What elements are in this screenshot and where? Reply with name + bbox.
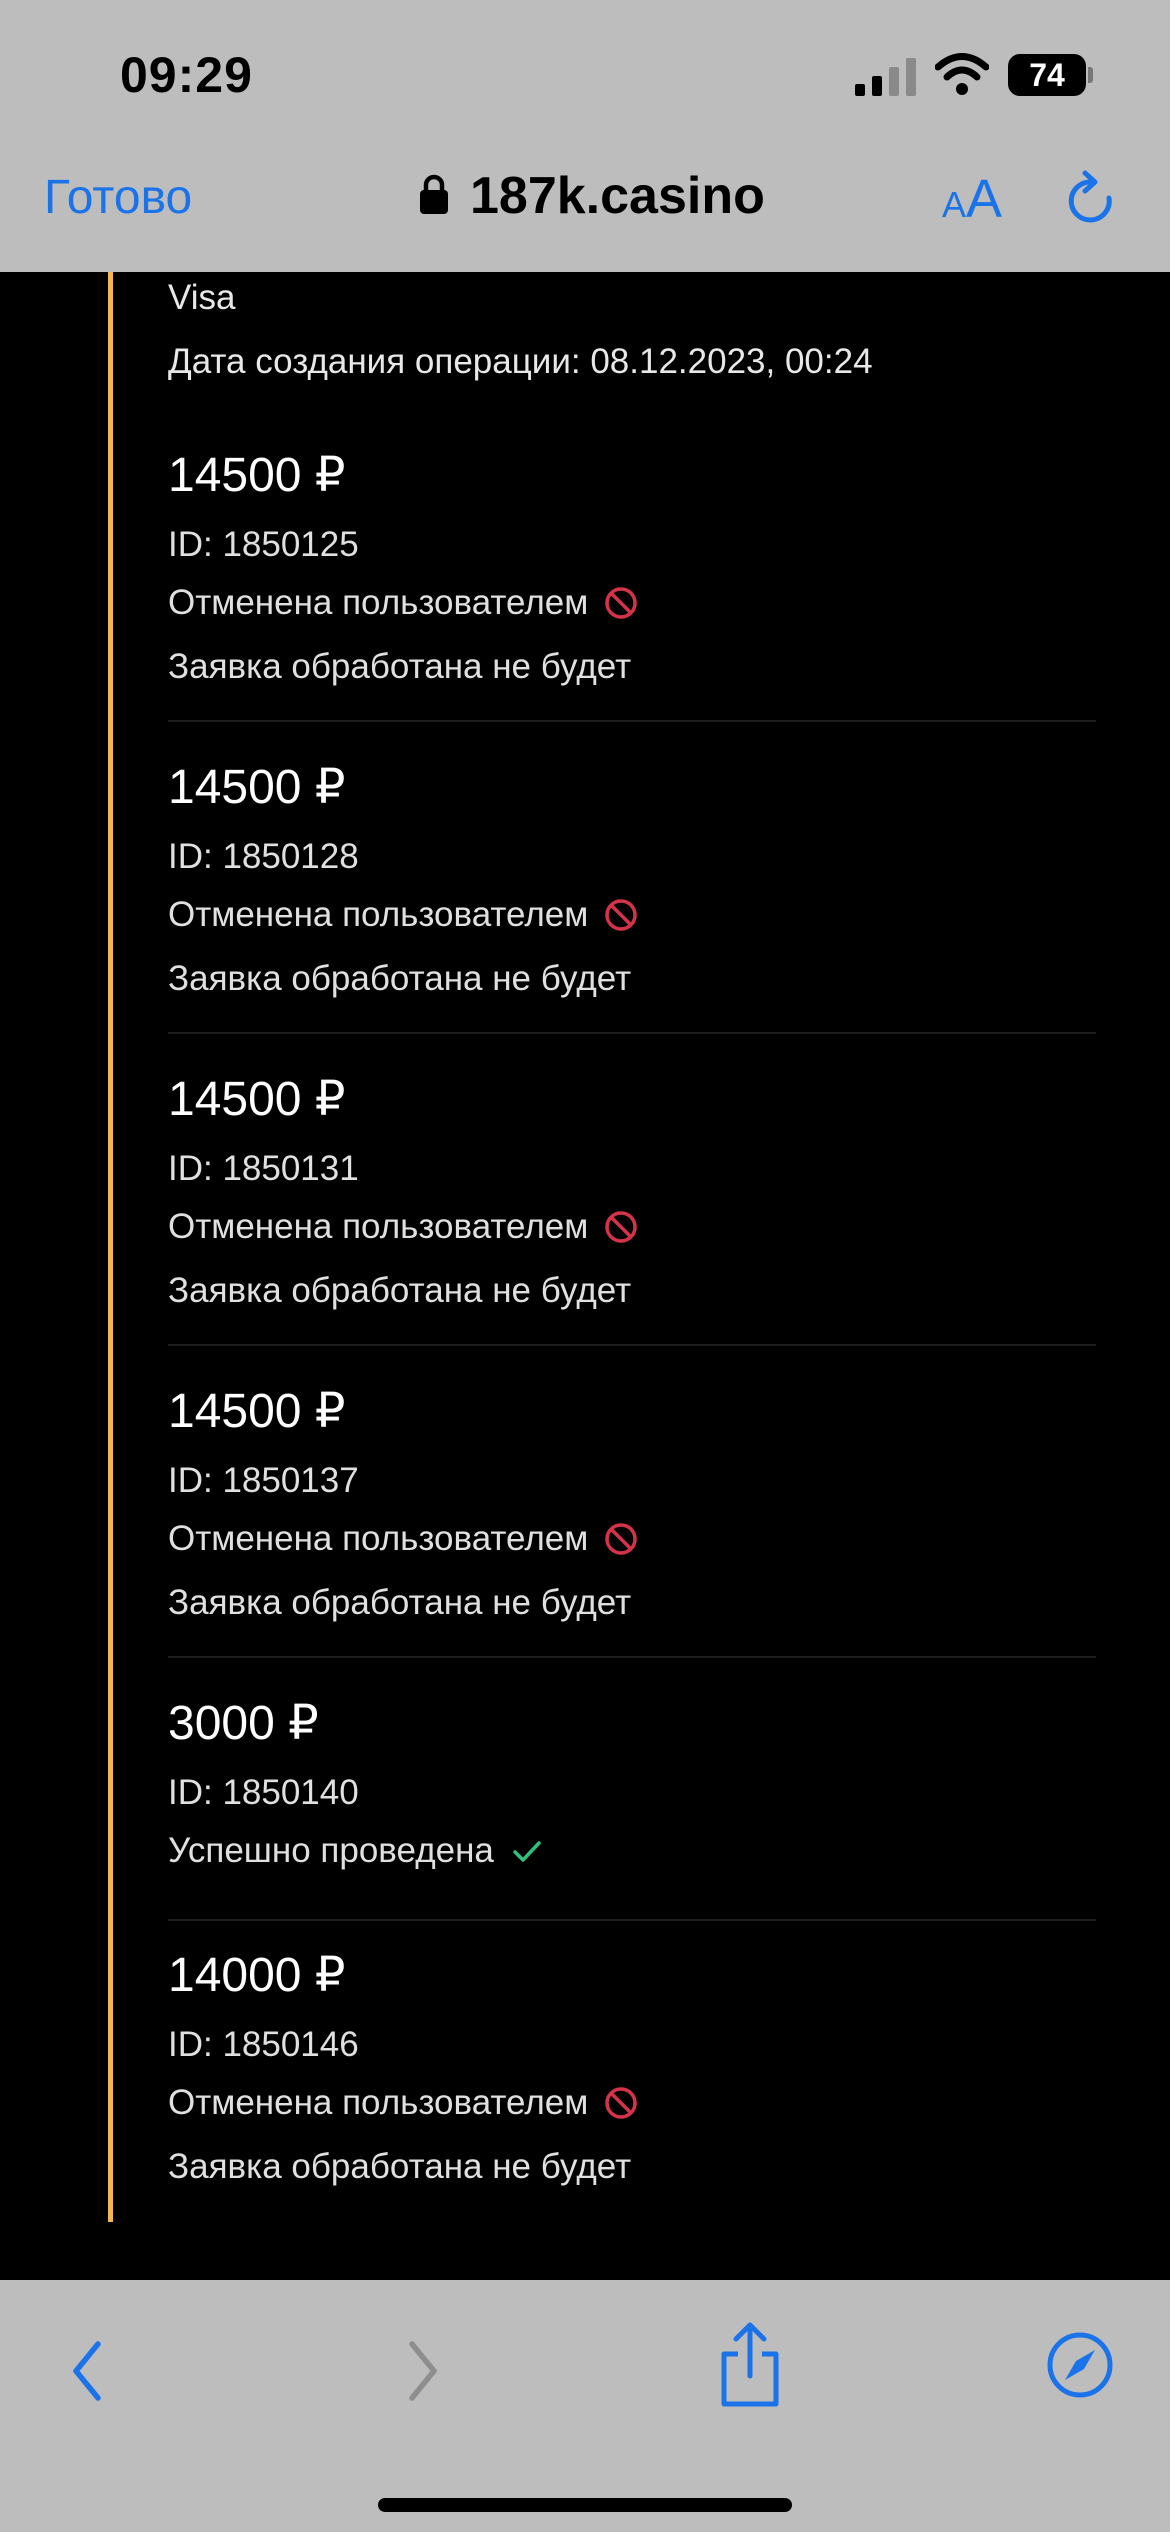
transaction-amount: 14500 ₽ [168,449,346,502]
cancelled-icon [605,587,638,619]
cancelled-icon [605,1211,638,1243]
transaction-status: Успешно проведена [168,1831,544,1871]
transaction-amount: 14000 ₽ [168,1949,346,2002]
transaction-id: ID: 1850131 [168,1149,359,1188]
transaction-status-text: Отменена пользователем [168,1519,589,1558]
transaction-note: Заявка обработана не будет [168,647,632,686]
reload-icon[interactable] [1066,170,1116,226]
forward-arrow-icon[interactable] [400,2336,444,2406]
previous-payment-method: Visa [168,278,236,317]
transaction-id: ID: 1850146 [168,2025,359,2064]
checkmark-icon [513,1841,541,1862]
transaction-status: Отменена пользователем [168,1519,638,1559]
divider [168,1344,1096,1346]
status-time: 09:29 [120,47,253,103]
cancelled-icon [605,899,638,931]
transaction-status-text: Успешно проведена [168,1831,494,1870]
cancelled-icon [605,2087,638,2119]
accent-line [108,272,113,2222]
transaction-note: Заявка обработана не будет [168,1271,632,1310]
transaction-amount: 3000 ₽ [168,1697,319,1750]
browser-bottom-toolbar [0,2280,1170,2532]
divider [168,720,1096,722]
transaction-note: Заявка обработана не будет [168,1583,632,1622]
home-indicator [378,2498,792,2512]
transaction-id: ID: 1850128 [168,837,359,876]
transaction-item: 14000 ₽ ID: 1850146 Отменена пользовател… [168,1947,1096,2247]
lock-icon [420,174,448,214]
text-size-big-a: A [966,169,1003,229]
divider [168,1656,1096,1658]
transaction-status-text: Отменена пользователем [168,1207,589,1246]
transaction-status: Отменена пользователем [168,583,638,623]
done-button[interactable]: Готово [44,170,192,225]
transaction-amount: 14500 ₽ [168,1385,346,1438]
transaction-note: Заявка обработана не будет [168,2147,632,2186]
compass-icon[interactable] [1045,2330,1115,2400]
transaction-item: 14500 ₽ ID: 1850128 Отменена пользовател… [168,759,1096,1059]
url-address[interactable]: 187k.casino [470,166,765,226]
transaction-status: Отменена пользователем [168,2083,638,2123]
transaction-status-text: Отменена пользователем [168,583,589,622]
transaction-note: Заявка обработана не будет [168,959,632,998]
cancelled-icon [605,1523,638,1555]
divider [168,1032,1096,1034]
transaction-id: ID: 1850125 [168,525,359,564]
battery-indicator: 74 [1008,54,1093,96]
transaction-id: ID: 1850140 [168,1773,359,1812]
transaction-item: 14500 ₽ ID: 1850131 Отменена пользовател… [168,1071,1096,1371]
page-content: Visa Дата создания операции: 08.12.2023,… [0,272,1170,2280]
wifi-icon [935,53,989,95]
transaction-status-text: Отменена пользователем [168,895,589,934]
previous-created-date: Дата создания операции: 08.12.2023, 00:2… [168,342,873,381]
transaction-status: Отменена пользователем [168,895,638,935]
browser-top-bar: 09:29 74 Готово 187k.casino AA [0,0,1170,272]
cellular-signal-icon [855,58,916,96]
transaction-amount: 14500 ₽ [168,1073,346,1126]
text-size-small-a: A [942,184,967,225]
transaction-id: ID: 1850137 [168,1461,359,1500]
transaction-status-text: Отменена пользователем [168,2083,589,2122]
text-size-button[interactable]: AA [942,168,1002,230]
transaction-item: 3000 ₽ ID: 1850140 Успешно проведена [168,1695,1096,1935]
back-arrow-icon[interactable] [66,2336,110,2406]
transaction-item: 14500 ₽ ID: 1850125 Отменена пользовател… [168,447,1096,747]
divider [168,1919,1096,1921]
battery-tip [1088,67,1093,83]
transaction-item: 14500 ₽ ID: 1850137 Отменена пользовател… [168,1383,1096,1683]
transaction-amount: 14500 ₽ [168,761,346,814]
battery-level: 74 [1029,57,1065,93]
share-icon[interactable] [716,2320,784,2410]
transaction-status: Отменена пользователем [168,1207,638,1247]
